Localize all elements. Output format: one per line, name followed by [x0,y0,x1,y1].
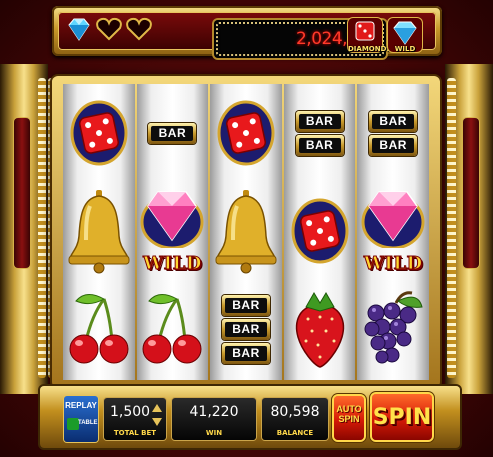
auto-spin-line1: AUTO [336,404,362,414]
double-bar-symbol: BAR BAR [357,84,429,182]
right-light-strip-outer [448,78,456,378]
reel-5: BAR BAR WILD [357,84,429,380]
cherry-symbol [137,280,209,378]
diamond-wild-symbol: WILD [357,182,429,286]
wild-text: WILD [142,253,202,275]
double-bar-symbol: BAR BAR [284,84,356,182]
top-bar: 2,024,228 DIAMONDS WILD [52,6,442,58]
reels: BAR WILD BAR BAR BAR BAR BAR BAR BAR WIL… [62,84,430,380]
diamond-wild-symbol: WILD [137,182,209,286]
replay-label: REPLAY [65,401,97,410]
bar-symbol: BAR [137,84,209,182]
reel-4: BAR BAR [283,84,356,380]
win-panel: 41,220 WIN [172,398,256,440]
bell-symbol [63,182,135,280]
left-tower [14,118,30,268]
strawberry-symbol [284,280,356,378]
balance-panel: 80,598 BALANCE [262,398,328,440]
auto-spin-line2: SPIN [338,414,360,424]
increase-bet-icon[interactable] [152,404,162,412]
reel-1 [63,84,135,380]
bar-symbol: BAR [221,294,270,316]
balance-label: BALANCE [276,429,314,437]
grapes-symbol [357,280,429,378]
bell-symbol [210,182,282,280]
auto-spin-button[interactable]: AUTO SPIN [334,396,364,440]
dice-symbol [63,84,135,182]
bar-symbol: BAR [221,318,270,340]
left-light-strip [38,78,46,378]
total-bet-label: TOTAL BET [113,429,157,437]
bar-symbol: BAR [369,134,418,156]
slot-machine: 2,024,228 DIAMONDS WILD BAR WILD BAR BAR… [0,0,493,457]
spin-label: SPIN [372,405,432,430]
triple-bar-symbol: BAR BAR BAR [210,280,282,378]
win-label: WIN [205,429,223,437]
reel-window: BAR WILD BAR BAR BAR BAR BAR BAR BAR WIL… [52,76,440,388]
win-value: 41,220 [189,404,239,420]
spin-button[interactable]: SPIN [372,394,432,440]
total-bet-panel: 1,500 TOTAL BET [104,398,166,440]
wild-label: WILD [394,45,416,53]
empty-heart-icon [126,17,152,41]
bar-symbol: BAR [295,134,344,156]
dice-symbol [284,182,356,280]
wild-text: WILD [363,253,423,275]
bar-symbol: BAR [221,342,270,364]
replay-button[interactable]: REPLAY TABLE [64,396,98,442]
dice-symbol [210,84,282,182]
diamond-collected-icon [68,18,90,41]
bar-symbol: BAR [295,110,344,132]
reel-3: BAR BAR BAR [210,84,282,380]
right-tower [463,118,479,268]
decrease-bet-icon[interactable] [152,418,162,426]
table-label: TABLE [78,420,98,426]
bar-symbol: BAR [148,122,197,144]
diamonds-label: DIAMONDS [348,45,392,53]
reel-2: BAR WILD [136,84,209,380]
bottom-bar: REPLAY TABLE 1,500 TOTAL BET 41,220 WIN … [40,386,460,448]
empty-heart-icon [96,17,122,41]
dice-bonus-button[interactable]: DIAMONDS [348,18,392,53]
bar-symbol: BAR [369,110,418,132]
wild-button[interactable]: WILD [388,18,422,53]
balance-value: 80,598 [270,404,320,420]
cherry-symbol [63,280,135,378]
